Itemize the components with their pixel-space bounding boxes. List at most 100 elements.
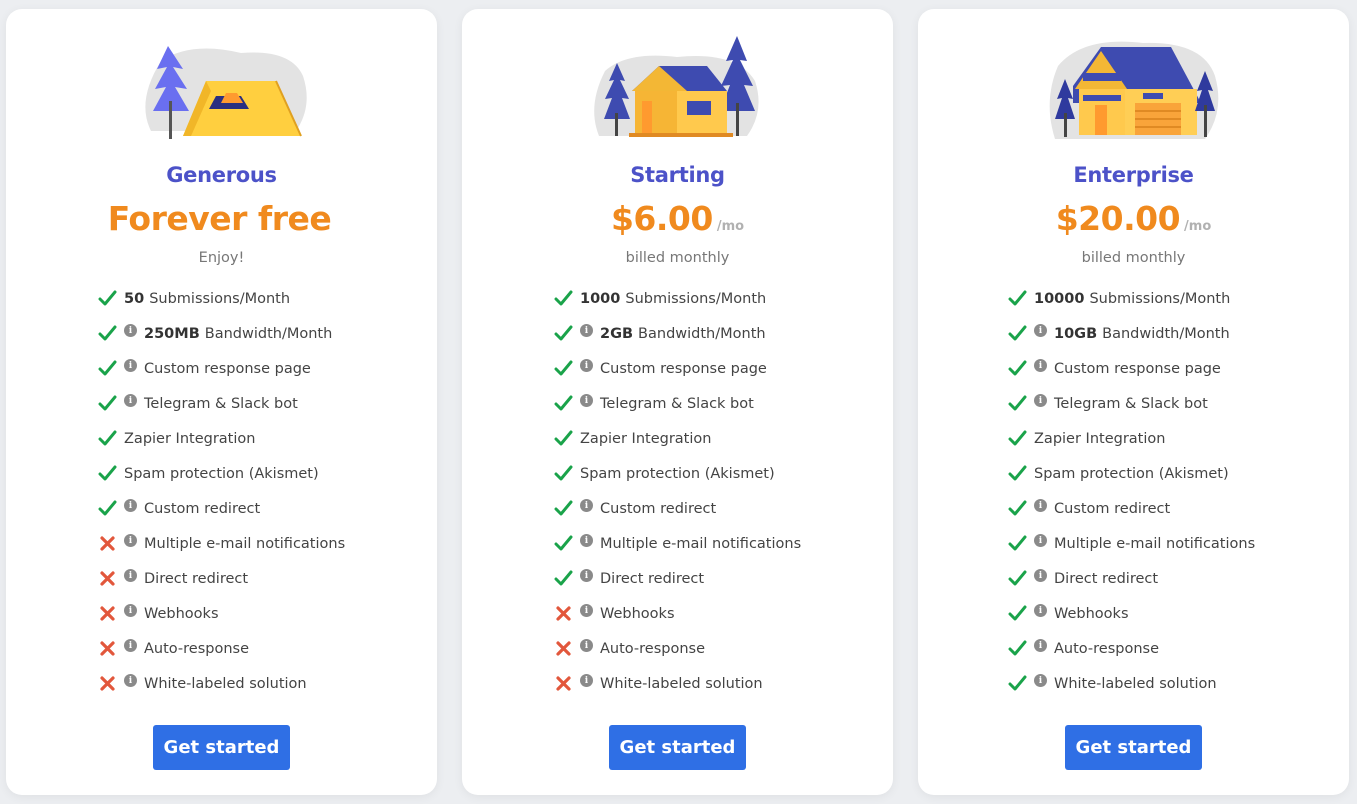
cross-icon: [554, 604, 573, 623]
feature-item: Zapier Integration: [554, 421, 801, 456]
info-icon[interactable]: i: [124, 324, 137, 337]
check-icon: [1008, 639, 1027, 658]
info-icon[interactable]: i: [580, 324, 593, 337]
plan-period: /mo: [1184, 219, 1212, 234]
info-icon[interactable]: i: [580, 604, 593, 617]
info-icon[interactable]: i: [580, 499, 593, 512]
check-icon: [98, 289, 117, 308]
feature-label: White-labeled solution: [1054, 675, 1217, 692]
feature-label: Bandwidth/Month: [204, 325, 333, 342]
check-icon: [1008, 289, 1027, 308]
check-icon: [554, 499, 573, 518]
feature-label: Spam protection (Akismet): [1034, 465, 1229, 482]
feature-item: Spam protection (Akismet): [98, 456, 345, 491]
info-icon[interactable]: i: [1034, 639, 1047, 652]
info-icon[interactable]: i: [580, 359, 593, 372]
check-icon: [98, 464, 117, 483]
cross-icon: [98, 604, 117, 623]
info-icon[interactable]: i: [1034, 324, 1047, 337]
check-icon: [554, 394, 573, 413]
feature-label: Multiple e-mail notifications: [144, 535, 346, 552]
feature-label: Zapier Integration: [124, 430, 256, 447]
info-icon[interactable]: i: [124, 569, 137, 582]
feature-item: i Custom redirect: [554, 491, 801, 526]
feature-item: Spam protection (Akismet): [554, 456, 801, 491]
info-icon[interactable]: i: [1034, 534, 1047, 547]
check-icon: [1008, 429, 1027, 448]
feature-item: 1000 Submissions/Month: [554, 281, 801, 316]
feature-quota: 50: [124, 290, 145, 307]
get-started-button[interactable]: Get started: [609, 725, 746, 770]
plan-tier: Starting: [630, 163, 725, 187]
info-icon[interactable]: i: [124, 359, 137, 372]
feature-label: Bandwidth/Month: [1102, 325, 1230, 342]
feature-label: Submissions/Month: [1089, 290, 1231, 307]
get-started-button[interactable]: Get started: [153, 725, 290, 770]
info-icon[interactable]: i: [124, 534, 137, 547]
check-icon: [98, 499, 117, 518]
feature-item: i Telegram & Slack bot: [554, 386, 801, 421]
info-icon[interactable]: i: [580, 394, 593, 407]
info-icon[interactable]: i: [1034, 499, 1047, 512]
feature-item: i Webhooks: [1008, 596, 1255, 631]
cross-icon: [554, 639, 573, 658]
plan-price: $6.00: [610, 199, 713, 238]
feature-label: Custom redirect: [1054, 500, 1171, 517]
info-icon[interactable]: i: [124, 604, 137, 617]
feature-item: i Telegram & Slack bot: [98, 386, 345, 421]
feature-label: Bandwidth/Month: [638, 325, 766, 342]
feature-item: i White-labeled solution: [1008, 666, 1255, 701]
info-icon[interactable]: i: [1034, 674, 1047, 687]
plan-card-generous: Generous Forever free Enjoy! 50 Submissio…: [6, 9, 437, 795]
check-icon: [1008, 499, 1027, 518]
check-icon: [1008, 464, 1027, 483]
building-icon: [1049, 41, 1219, 139]
info-icon[interactable]: i: [124, 674, 137, 687]
get-started-button[interactable]: Get started: [1065, 725, 1202, 770]
feature-label: White-labeled solution: [144, 675, 307, 692]
feature-item: i Multiple e-mail notifications: [554, 526, 801, 561]
check-icon: [554, 464, 573, 483]
feature-label: Telegram & Slack bot: [144, 395, 298, 412]
info-icon[interactable]: i: [580, 674, 593, 687]
info-icon[interactable]: i: [124, 639, 137, 652]
price-row: $20.00/mo: [918, 199, 1349, 238]
info-icon[interactable]: i: [1034, 394, 1047, 407]
info-icon[interactable]: i: [1034, 604, 1047, 617]
feature-item: i Telegram & Slack bot: [1008, 386, 1255, 421]
feature-item: i White-labeled solution: [554, 666, 801, 701]
plan-period: /mo: [716, 219, 745, 234]
info-icon[interactable]: i: [124, 394, 137, 407]
feature-quota: 1000: [580, 290, 621, 307]
info-icon[interactable]: i: [124, 499, 137, 512]
feature-item: 50 Submissions/Month: [98, 281, 345, 316]
info-icon[interactable]: i: [1034, 569, 1047, 582]
check-icon: [1008, 569, 1027, 588]
feature-label: Submissions/Month: [625, 290, 767, 307]
info-icon[interactable]: i: [580, 534, 593, 547]
check-icon: [1008, 394, 1027, 413]
feature-item: i Custom response page: [1008, 351, 1255, 386]
feature-quota: 250MB: [144, 325, 200, 342]
feature-label: Webhooks: [144, 605, 219, 622]
plan-card-enterprise: Enterprise $20.00/mo billed monthly 1000…: [918, 9, 1349, 795]
feature-item: i White-labeled solution: [98, 666, 345, 701]
plan-price: Forever free: [107, 199, 332, 238]
tent-icon: [145, 46, 307, 139]
info-icon[interactable]: i: [580, 639, 593, 652]
feature-label: Multiple e-mail notifications: [1054, 535, 1256, 552]
info-icon[interactable]: i: [1034, 359, 1047, 372]
feature-label: Custom redirect: [144, 500, 261, 517]
feature-item: Zapier Integration: [98, 421, 345, 456]
feature-label: Telegram & Slack bot: [1054, 395, 1208, 412]
feature-item: Spam protection (Akismet): [1008, 456, 1255, 491]
check-icon: [98, 324, 117, 343]
feature-item: i Auto-response: [554, 631, 801, 666]
check-icon: [98, 359, 117, 378]
plan-tier: Enterprise: [1073, 163, 1194, 187]
check-icon: [1008, 324, 1027, 343]
feature-item: i Custom response page: [554, 351, 801, 386]
plan-subtitle: billed monthly: [625, 250, 730, 266]
info-icon[interactable]: i: [580, 569, 593, 582]
check-icon: [554, 534, 573, 553]
